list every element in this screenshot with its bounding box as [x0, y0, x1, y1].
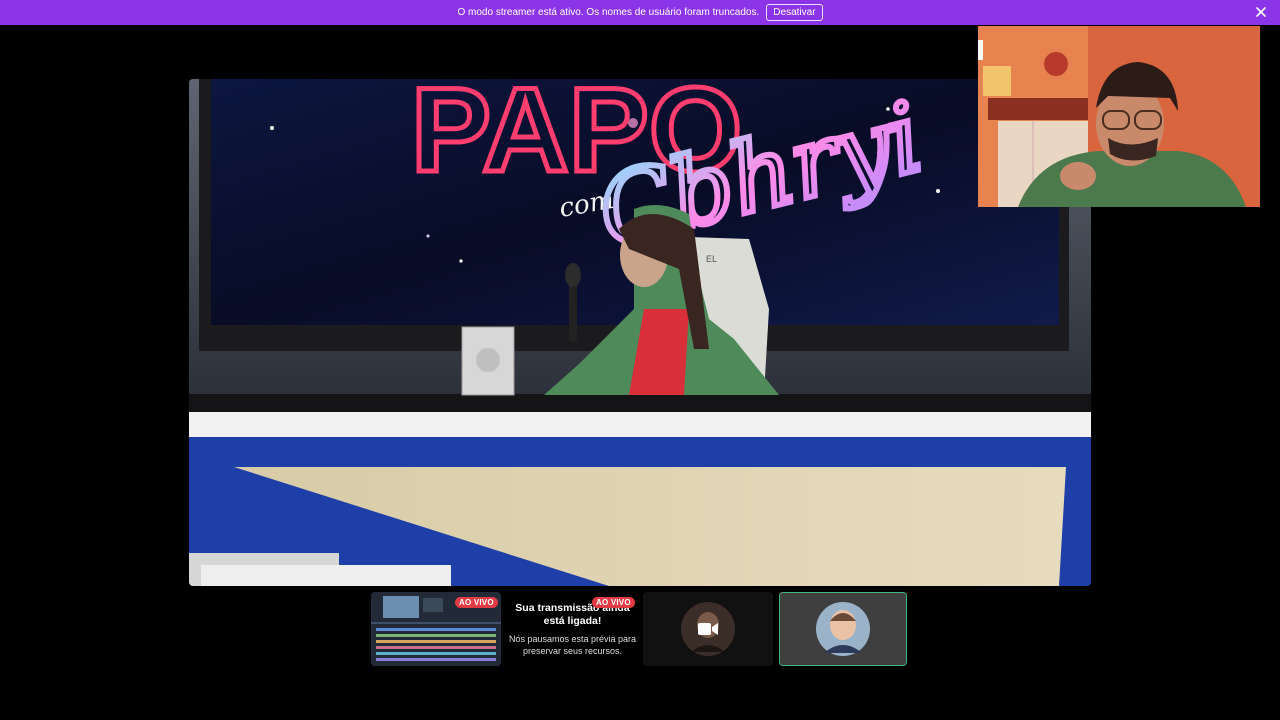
user-avatar-tile[interactable] [779, 592, 907, 666]
avatar [780, 593, 906, 665]
main-stream-video[interactable]: PAPO com Cbhryi EL [189, 79, 1091, 586]
self-camera-feed[interactable] [978, 26, 1260, 207]
streamer-mode-message: O modo streamer está ativo. Os nomes de … [457, 7, 760, 18]
disable-streamer-mode-button[interactable]: Desativar [766, 4, 823, 21]
close-icon[interactable] [1254, 5, 1268, 19]
live-badge: AO VIVO [455, 597, 498, 608]
chair-text: EL [706, 254, 717, 264]
notice-body: Nós pausamos esta prévia para preservar … [508, 634, 637, 656]
paused-preview-notice-tile: AO VIVO Sua transmissão ainda está ligad… [508, 592, 637, 666]
self-camera-scene [978, 26, 1260, 207]
camera-participant-tile[interactable] [643, 592, 773, 666]
streamer-mode-banner: O modo streamer está ativo. Os nomes de … [0, 0, 1280, 25]
video-camera-icon [698, 623, 718, 635]
live-badge: AO VIVO [592, 597, 635, 608]
screen-share-tile[interactable]: AO VIVO [371, 592, 501, 666]
stream-scene: PAPO com Cbhryi EL [189, 79, 1091, 586]
